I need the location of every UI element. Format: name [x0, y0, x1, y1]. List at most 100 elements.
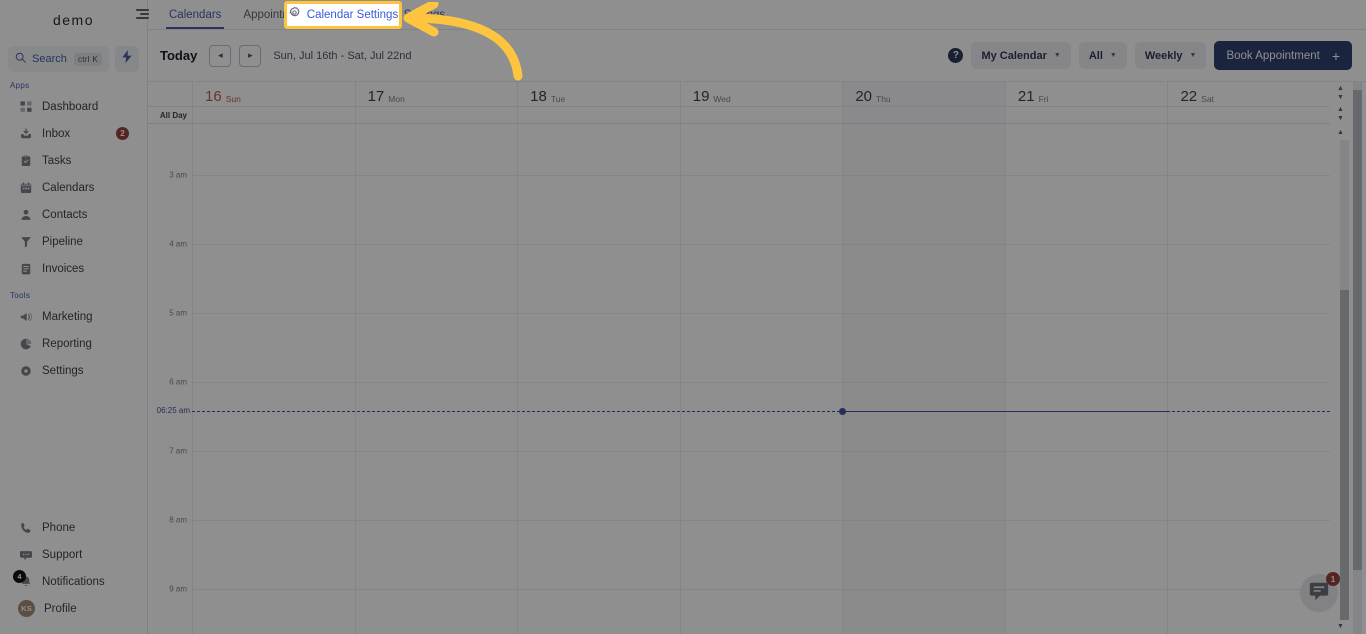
view-select[interactable]: Weekly ▼ — [1134, 42, 1207, 69]
day-header-fri[interactable]: 21 Fri — [1004, 82, 1168, 106]
sidebar-item-label: Calendars — [42, 181, 95, 194]
chat-widget-button[interactable]: 1 — [1300, 572, 1340, 612]
scroll-down-arrow-3[interactable]: ▼ — [1335, 623, 1346, 630]
sidebar-item-pipeline[interactable]: Pipeline — [0, 228, 147, 255]
hour-gridline — [518, 313, 680, 314]
search-input[interactable]: Search ctrl K — [8, 46, 109, 72]
sidebar-item-marketing[interactable]: Marketing — [0, 303, 147, 330]
tab-calendars[interactable]: Calendars — [158, 0, 232, 29]
sidebar-item-settings[interactable]: Settings — [0, 357, 147, 384]
day-column-wed[interactable] — [679, 124, 843, 634]
day-header-thu[interactable]: 20 Thu — [842, 82, 1005, 106]
day-column-sat[interactable] — [1167, 124, 1330, 634]
hour-gridline — [1005, 244, 1168, 245]
time-gutter: 2 am3 am4 am5 am6 am7 am8 am9 am10 am11 … — [148, 124, 192, 634]
hour-gridline — [843, 451, 1005, 452]
all-day-cell-sat[interactable] — [1167, 107, 1330, 123]
next-week-button[interactable]: ▸ — [239, 44, 262, 67]
chevron-down-icon: ▼ — [1053, 52, 1061, 59]
calendar-select-value: My Calendar — [981, 49, 1047, 62]
sidebar-item-reporting[interactable]: Reporting — [0, 330, 147, 357]
previous-week-button[interactable]: ◂ — [209, 44, 232, 67]
hamburger-menu-icon[interactable] — [136, 9, 149, 19]
hour-gridline — [1005, 451, 1168, 452]
hour-gridline — [1168, 244, 1330, 245]
filter-select-value: All — [1088, 49, 1103, 62]
book-appointment-button[interactable]: Book Appointment + — [1214, 41, 1352, 70]
day-column-thu[interactable] — [842, 124, 1005, 634]
scroll-down-arrow-1[interactable]: ▼ — [1335, 94, 1346, 101]
sidebar-item-inbox[interactable]: Inbox 2 — [0, 120, 147, 147]
day-column-mon[interactable] — [354, 124, 518, 634]
sidebar-item-support[interactable]: Support — [0, 541, 147, 568]
hour-gridline — [355, 382, 518, 383]
search-shortcut-badge: ctrl K — [73, 52, 102, 66]
inbox-tray-icon — [18, 126, 33, 141]
day-number: 18 — [530, 88, 547, 105]
quick-actions-button[interactable] — [115, 46, 139, 72]
avatar: KS — [18, 600, 35, 617]
all-day-cell-sun[interactable] — [192, 107, 355, 123]
day-header-mon[interactable]: 17 Mon — [354, 82, 518, 106]
hour-gridline — [1168, 451, 1330, 452]
highlighted-calendar-settings-tab[interactable]: Calendar Settings — [284, 1, 402, 29]
scrollbar-area: ▲ ▼ ▲ ▼ ▲ ▼ — [1330, 82, 1366, 634]
time-grid: 2 am3 am4 am5 am6 am7 am8 am9 am10 am11 … — [148, 124, 1330, 634]
hour-gridline — [680, 313, 843, 314]
hour-gridline — [518, 451, 680, 452]
day-number: 16 — [205, 88, 222, 105]
sidebar-item-contacts[interactable]: Contacts — [0, 201, 147, 228]
sidebar-item-label: Pipeline — [42, 235, 83, 248]
day-column-tue[interactable] — [517, 124, 680, 634]
hour-gridline — [680, 589, 843, 590]
hour-gridline — [1005, 382, 1168, 383]
time-grid-scroll[interactable]: 2 am3 am4 am5 am6 am7 am8 am9 am10 am11 … — [148, 124, 1330, 634]
sidebar-item-dashboard[interactable]: Dashboard — [0, 93, 147, 120]
phone-icon — [18, 520, 33, 535]
day-header-sat[interactable]: 22 Sat — [1167, 82, 1330, 106]
hour-gridline — [355, 175, 518, 176]
scroll-up-arrow-3[interactable]: ▲ — [1335, 129, 1346, 136]
sidebar-item-profile[interactable]: KS Profile — [0, 595, 147, 622]
calendar-select[interactable]: My Calendar ▼ — [971, 42, 1071, 69]
inner-scrollbar-thumb[interactable] — [1340, 290, 1349, 620]
toolbar-right-group: ? My Calendar ▼ All ▼ Weekly ▼ Book Appo… — [948, 41, 1352, 70]
sidebar-item-invoices[interactable]: Invoices — [0, 255, 147, 282]
day-header-tue[interactable]: 18 Tue — [517, 82, 680, 106]
all-day-cell-wed[interactable] — [679, 107, 843, 123]
sidebar-item-calendars[interactable]: Calendars — [0, 174, 147, 201]
outer-scrollbar-thumb[interactable] — [1353, 90, 1362, 570]
question-mark-circle-icon[interactable]: ? — [948, 48, 964, 63]
all-day-cell-thu[interactable] — [842, 107, 1005, 123]
day-header-wed[interactable]: 19 Wed — [679, 82, 843, 106]
day-column-sun[interactable] — [192, 124, 355, 634]
day-of-week: Sat — [1201, 93, 1214, 104]
sidebar-item-phone[interactable]: Phone — [0, 514, 147, 541]
hour-gridline — [1005, 520, 1168, 521]
sidebar-item-label: Profile — [44, 602, 77, 615]
sidebar-item-tasks[interactable]: Tasks — [0, 147, 147, 174]
scroll-down-arrow-2[interactable]: ▼ — [1335, 115, 1346, 122]
scroll-up-arrow-2[interactable]: ▲ — [1335, 106, 1346, 113]
scroll-up-arrow-1[interactable]: ▲ — [1335, 85, 1346, 92]
day-number: 20 — [855, 88, 872, 105]
sidebar-item-notifications[interactable]: Notifications 4 — [0, 568, 147, 595]
filter-select[interactable]: All ▼ — [1078, 42, 1127, 69]
today-button[interactable]: Today — [160, 48, 197, 63]
megaphone-icon — [18, 309, 33, 324]
funnel-icon — [18, 234, 33, 249]
all-day-cell-fri[interactable] — [1004, 107, 1168, 123]
gear-icon — [18, 363, 33, 378]
calendar-toolbar: Today ◂ ▸ Sun, Jul 16th - Sat, Jul 22nd … — [148, 30, 1366, 82]
sidebar-section-title-tools: Tools — [10, 291, 31, 300]
calendar-week-view: 16 Sun 17 Mon 18 Tue 19 Wed 20 Thu 21 Fri 22 Sat All … — [148, 82, 1366, 634]
time-label: 5 am — [169, 308, 187, 318]
day-header-sun[interactable]: 16 Sun — [192, 82, 355, 106]
all-day-cell-mon[interactable] — [354, 107, 518, 123]
all-day-cell-tue[interactable] — [517, 107, 680, 123]
day-column-fri[interactable] — [1004, 124, 1168, 634]
current-time-label: 06:25 am — [156, 405, 190, 415]
calendar-icon — [18, 180, 33, 195]
sidebar-nav: Apps Dashboard Inbox 2 Tasks Calendars Contact… — [0, 72, 147, 384]
